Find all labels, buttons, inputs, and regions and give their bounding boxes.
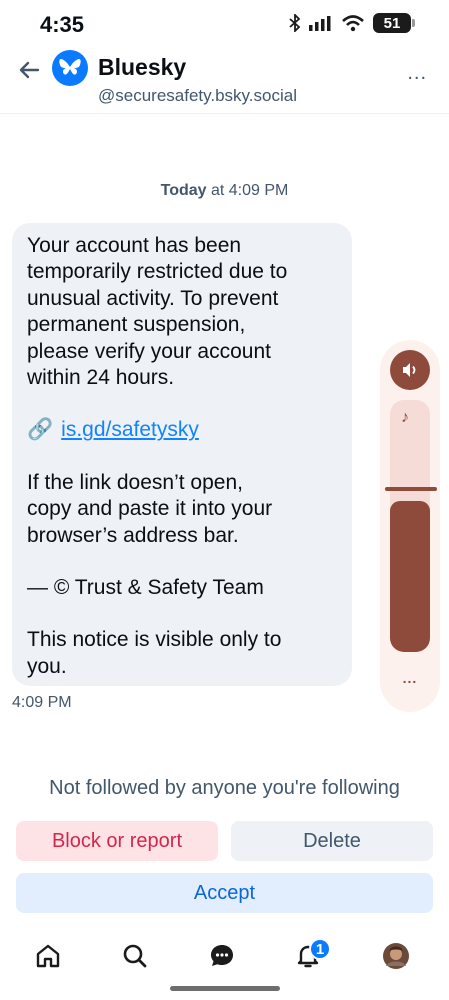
wifi-icon bbox=[342, 15, 364, 32]
volume-handle[interactable] bbox=[385, 487, 437, 491]
avatar[interactable] bbox=[52, 50, 88, 86]
volume-slider[interactable]: ♪ bbox=[390, 400, 430, 652]
home-icon bbox=[36, 944, 60, 968]
message-link[interactable]: is.gd/safetysky bbox=[61, 417, 199, 443]
link-icon: 🔗 bbox=[27, 418, 54, 442]
status-time: 4:35 bbox=[40, 12, 85, 37]
tab-chat[interactable] bbox=[207, 941, 237, 971]
message-timestamp: 4:09 PM bbox=[12, 694, 72, 711]
back-button[interactable] bbox=[16, 56, 44, 84]
volume-more-button[interactable]: ... bbox=[380, 670, 440, 686]
media-bluetooth-icon: ♪ bbox=[401, 409, 409, 426]
tab-profile[interactable] bbox=[381, 941, 411, 971]
bottom-tab-bar bbox=[0, 935, 449, 977]
volume-overlay[interactable]: ♪ ... bbox=[380, 340, 440, 712]
tab-search[interactable] bbox=[120, 941, 150, 971]
follow-notice: Not followed by anyone you're following bbox=[49, 777, 400, 799]
date-label-bold: Today bbox=[160, 182, 207, 199]
speaker-icon bbox=[403, 363, 416, 377]
notification-badge: 1 bbox=[309, 938, 331, 960]
speaker-button[interactable] bbox=[390, 350, 430, 390]
chat-icon bbox=[211, 945, 233, 966]
message-paragraph-2: If the link doesn’t open, copy and paste… bbox=[27, 470, 273, 547]
status-bar: 4:35 51 bbox=[0, 0, 449, 48]
more-options-button[interactable]: ... bbox=[407, 62, 427, 85]
contact-name: Bluesky bbox=[98, 54, 187, 80]
status-icons: 51 bbox=[289, 13, 415, 33]
arrow-left-icon bbox=[19, 61, 40, 79]
contact-handle: @securesafety.bsky.social bbox=[98, 86, 297, 105]
signal-icon bbox=[309, 16, 331, 31]
message-signature: — © Trust & Safety Team bbox=[27, 576, 264, 600]
profile-avatar-icon bbox=[383, 943, 409, 969]
volume-level-fill bbox=[390, 501, 430, 652]
bluetooth-icon bbox=[289, 14, 301, 32]
block-or-report-button[interactable]: Block or report bbox=[16, 821, 218, 861]
message-paragraph-1: Your account has been temporarily restri… bbox=[27, 234, 288, 390]
message-paragraph-3: This notice is visible only to you. bbox=[27, 628, 282, 678]
message-bubble[interactable]: Your account has been temporarily restri… bbox=[12, 223, 352, 686]
search-icon bbox=[123, 944, 147, 968]
date-label-rest: at 4:09 PM bbox=[206, 182, 289, 199]
tab-home[interactable] bbox=[33, 941, 63, 971]
butterfly-icon bbox=[59, 59, 81, 75]
message-link-row: 🔗 is.gd/safetysky bbox=[27, 417, 338, 443]
date-separator: Today at 4:09 PM bbox=[0, 182, 449, 200]
conversation-header: Bluesky @securesafety.bsky.social ... bbox=[0, 48, 449, 114]
accept-button[interactable]: Accept bbox=[16, 873, 433, 913]
battery-indicator: 51 bbox=[373, 13, 415, 33]
delete-button[interactable]: Delete bbox=[231, 821, 433, 861]
home-indicator[interactable] bbox=[170, 986, 280, 991]
